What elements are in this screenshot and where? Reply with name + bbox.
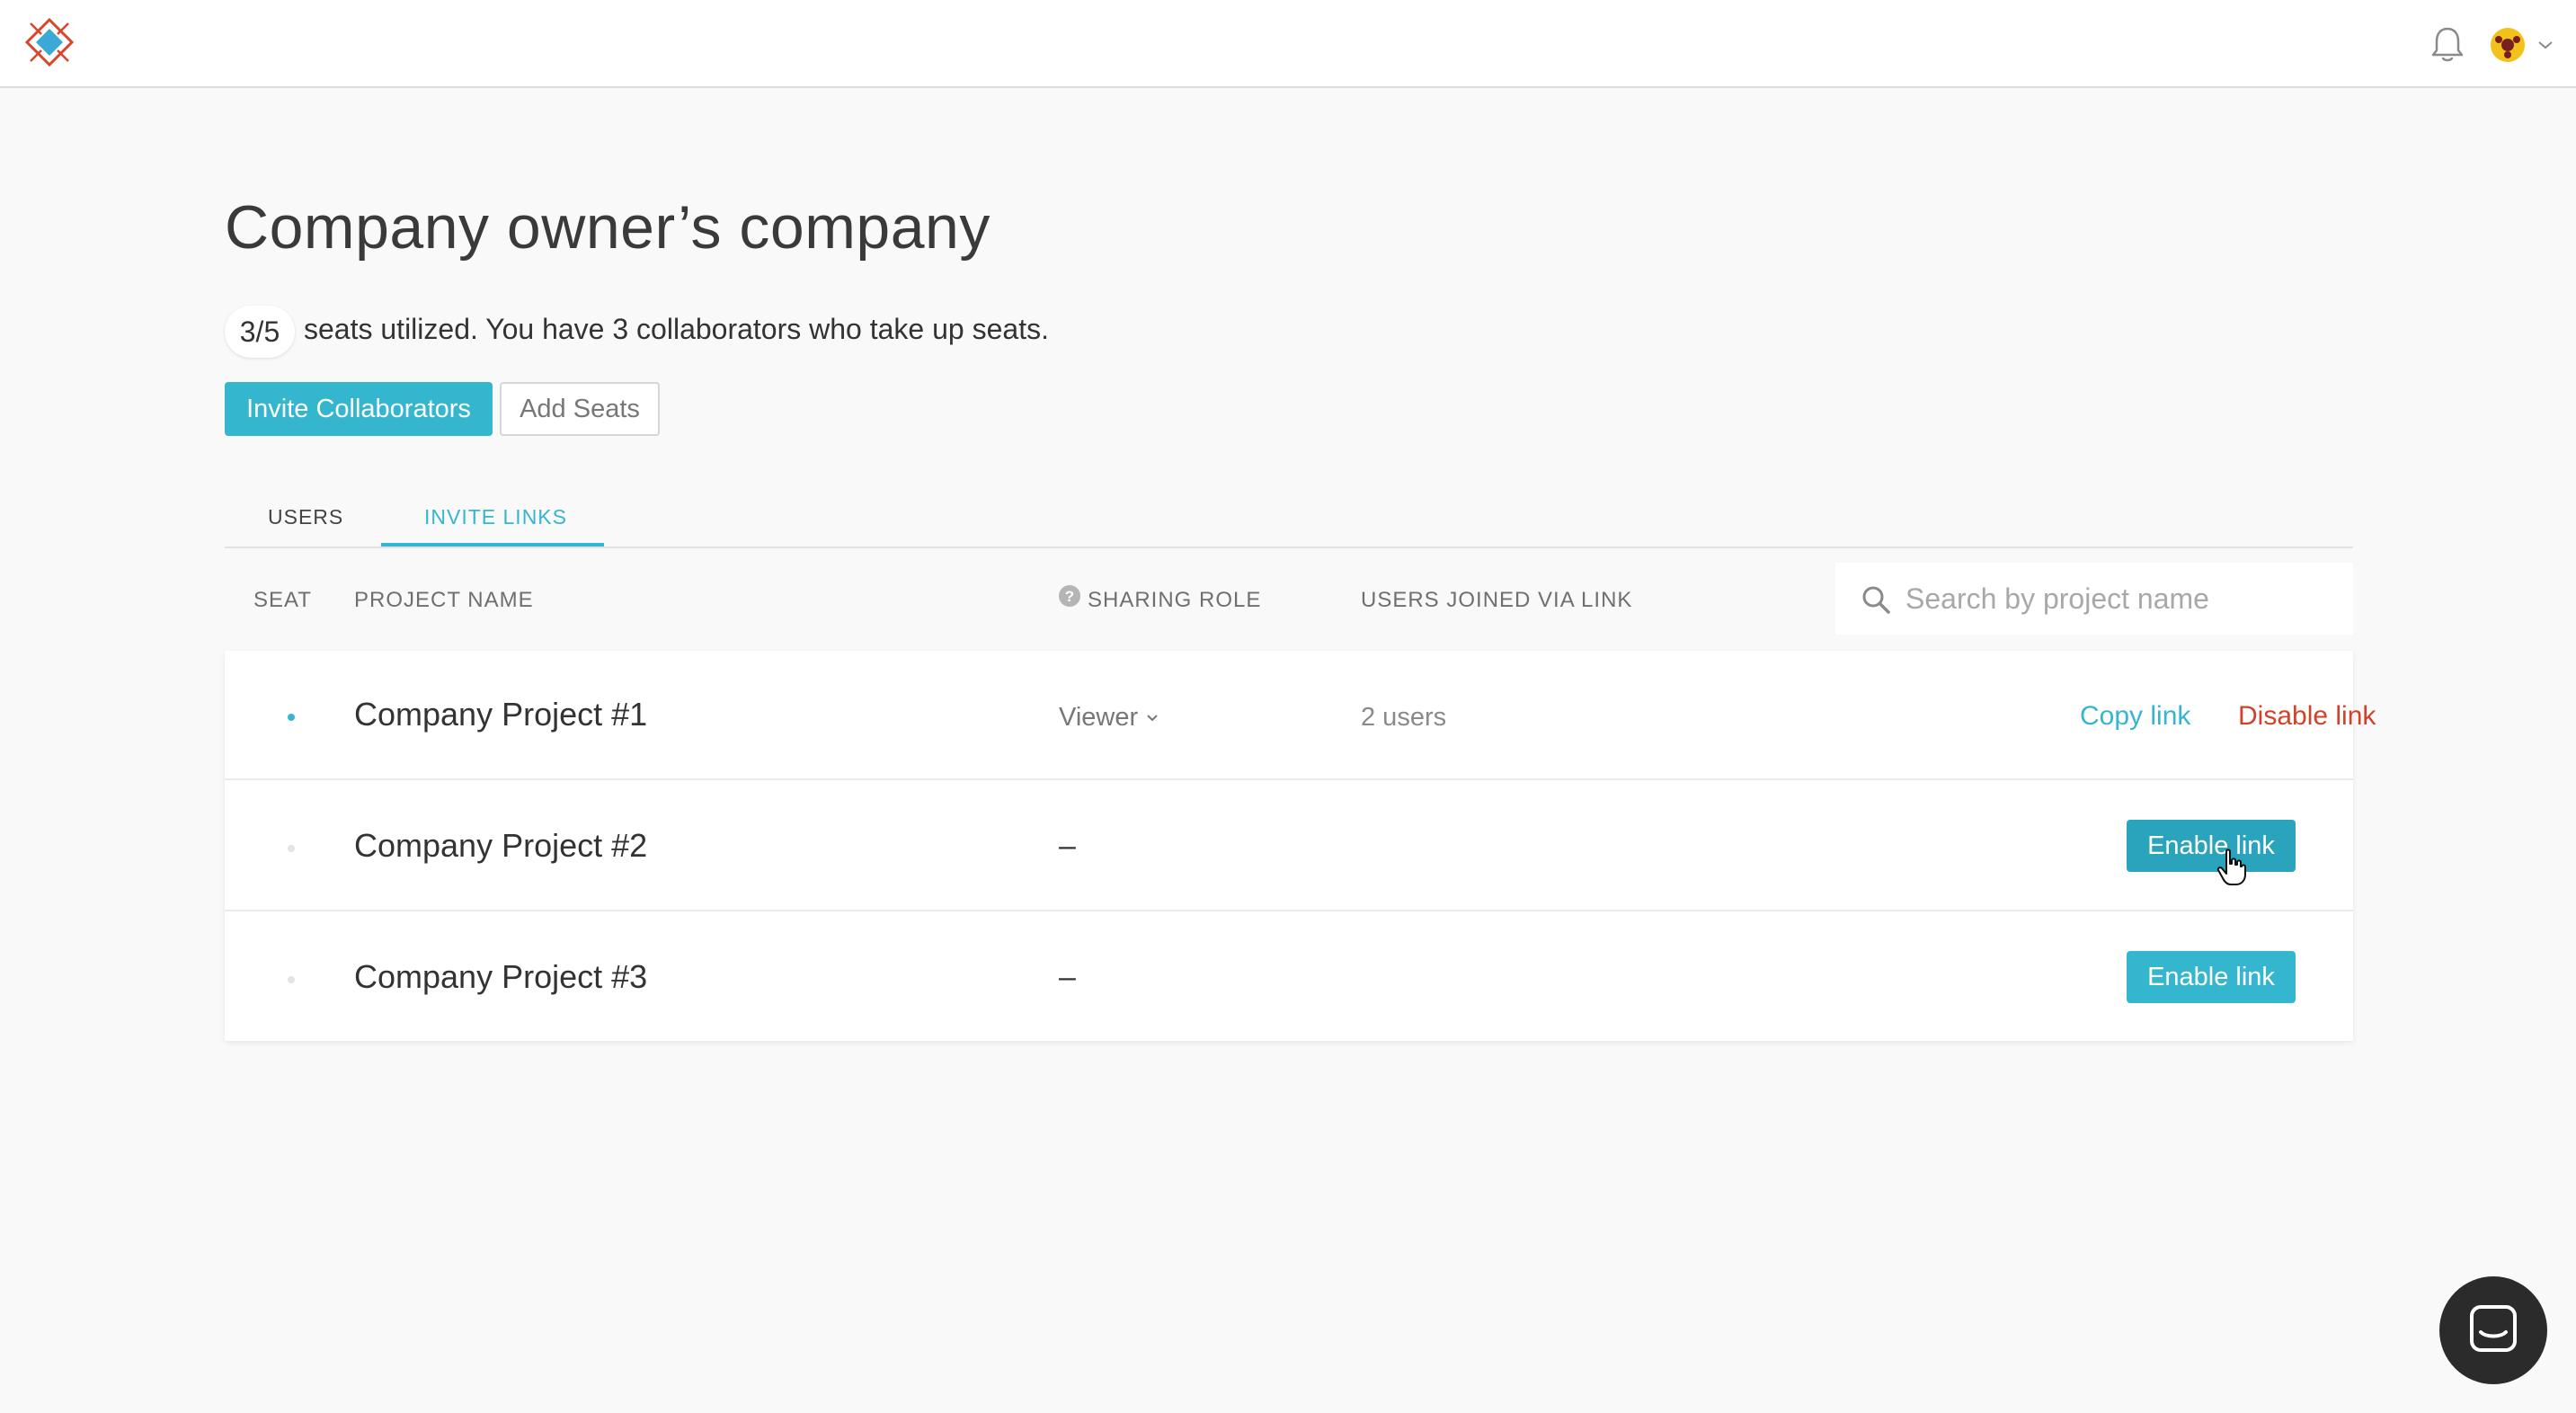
top-bar	[0, 0, 2576, 88]
column-header-project-name: PROJECT NAME	[354, 588, 534, 612]
add-seats-button[interactable]: Add Seats	[500, 382, 660, 436]
enable-link-button[interactable]: Enable link	[2127, 820, 2296, 872]
help-icon[interactable]: ?	[1058, 584, 1081, 608]
column-header-seat: SEAT	[253, 588, 312, 612]
project-name: Company Project #2	[354, 827, 648, 864]
column-header-sharing-role: SHARING ROLE	[1088, 588, 1262, 612]
chevron-down-icon[interactable]	[2536, 40, 2554, 50]
seat-indicator	[288, 976, 295, 983]
diamond-logo-icon[interactable]	[23, 16, 76, 68]
table-row: Company Project #1 Viewer 2 users Copy l…	[225, 651, 2376, 780]
page-title: Company owner’s company	[225, 193, 990, 262]
seat-usage-text: seats utilized. You have 3 collaborators…	[304, 313, 1049, 345]
search-icon	[1862, 586, 1890, 614]
table-row: Company Project #3 – Enable link	[225, 913, 2353, 1043]
seat-count-badge: 3/5	[225, 306, 295, 358]
search-input[interactable]	[1905, 572, 2337, 626]
sharing-role-empty: –	[1059, 829, 1076, 863]
sharing-role-dropdown[interactable]: Viewer	[1059, 703, 1159, 733]
invite-links-table: Company Project #1 Viewer 2 users Copy l…	[225, 651, 2376, 1043]
users-joined-count: 2 users	[1361, 703, 1447, 732]
sharing-role-value: Viewer	[1059, 703, 1139, 732]
bell-icon[interactable]	[2429, 25, 2466, 65]
seat-indicator	[288, 714, 295, 721]
table-row: Company Project #2 – Enable link	[225, 782, 2353, 911]
tab-users[interactable]: USERS	[268, 505, 343, 529]
svg-text:?: ?	[1065, 588, 1074, 605]
project-name: Company Project #3	[354, 958, 648, 995]
chat-launcher-button[interactable]	[2439, 1276, 2547, 1384]
hand-cursor-icon	[2216, 849, 2246, 885]
column-header-users-joined: USERS JOINED VIA LINK	[1361, 588, 1633, 612]
search-box	[1835, 563, 2353, 635]
chat-bubble-icon	[2470, 1305, 2517, 1352]
copy-link-button[interactable]: Copy link	[2080, 701, 2190, 732]
user-avatar-icon[interactable]	[2490, 27, 2526, 63]
seat-indicator	[288, 845, 295, 852]
tabs-divider	[225, 547, 2353, 548]
chevron-down-icon	[1147, 715, 1158, 722]
tab-invite-links[interactable]: INVITE LINKS	[424, 505, 567, 529]
enable-link-button[interactable]: Enable link	[2127, 951, 2296, 1003]
project-name: Company Project #1	[354, 696, 648, 733]
invite-collaborators-button[interactable]: Invite Collaborators	[225, 382, 493, 436]
disable-link-button[interactable]: Disable link	[2238, 701, 2376, 732]
sharing-role-empty: –	[1059, 960, 1076, 994]
